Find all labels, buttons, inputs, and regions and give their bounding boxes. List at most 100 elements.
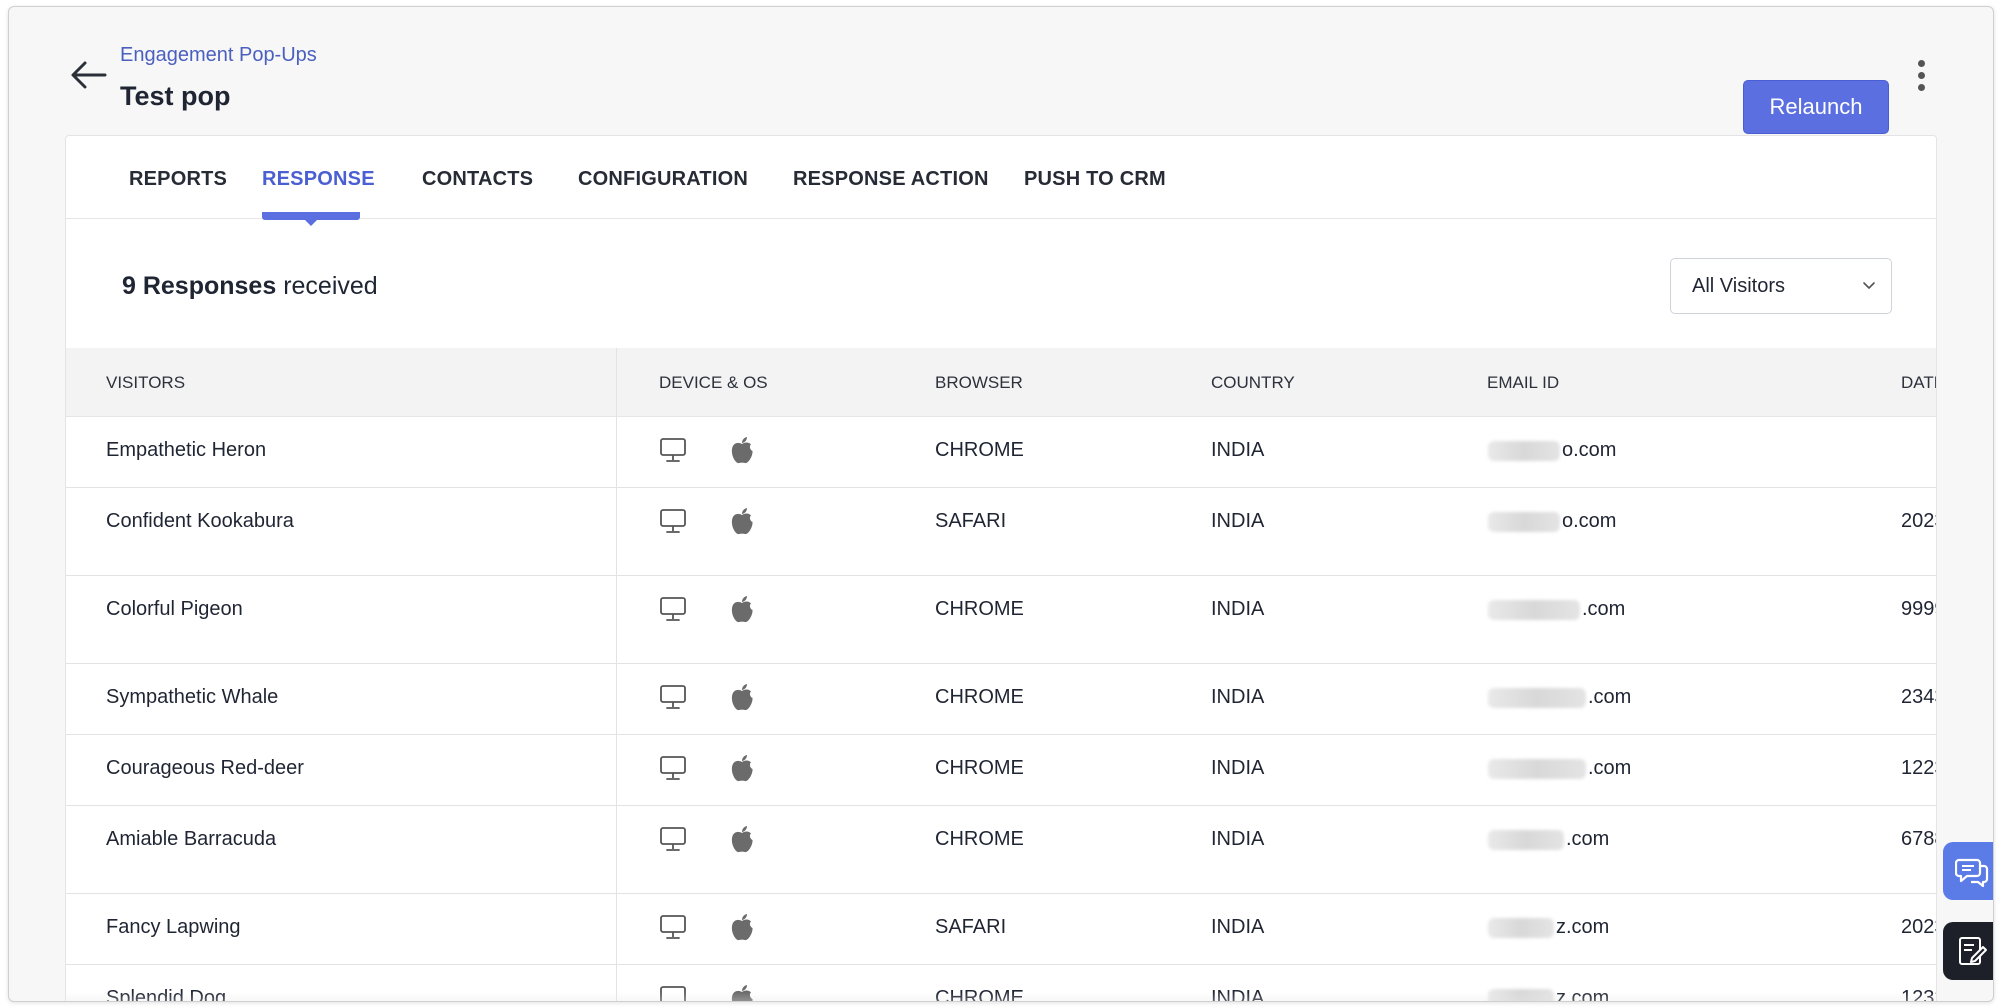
relaunch-button[interactable]: Relaunch bbox=[1743, 80, 1889, 134]
desktop-icon bbox=[660, 438, 686, 462]
country-name: INDIA bbox=[1211, 598, 1265, 620]
arrow-left-icon bbox=[71, 61, 107, 89]
country-name: INDIA bbox=[1211, 828, 1265, 850]
response-date: 2343 bbox=[1901, 686, 1936, 708]
table-body: Empathetic Heron CHROME INDIA o.com Confiden… bbox=[66, 417, 1936, 1001]
country-name: INDIA bbox=[1211, 510, 1265, 532]
response-date: 9999 bbox=[1901, 598, 1936, 620]
desktop-icon bbox=[660, 756, 686, 780]
browser-name: SAFARI bbox=[935, 916, 1007, 938]
email-id: .com bbox=[1488, 598, 1625, 621]
responses-table: VISITORS DEVICE & OS BROWSER COUNTRY EMA… bbox=[66, 348, 1936, 1001]
country-name: INDIA bbox=[1211, 686, 1265, 708]
email-id: .com bbox=[1488, 686, 1631, 709]
chat-button[interactable] bbox=[1943, 842, 1993, 900]
column-header-email[interactable]: EMAIL ID bbox=[1487, 373, 1559, 393]
visitor-name[interactable]: Fancy Lapwing bbox=[106, 916, 241, 939]
responses-count: 9 Responses bbox=[122, 272, 277, 300]
visitor-name[interactable]: Amiable Barracuda bbox=[106, 828, 276, 851]
apple-icon bbox=[731, 755, 753, 782]
response-date: 6788 bbox=[1901, 828, 1936, 850]
email-domain: .com bbox=[1588, 686, 1632, 708]
email-id: .com bbox=[1488, 757, 1631, 780]
table-row[interactable]: Colorful Pigeon CHROME INDIA .com 9999 bbox=[66, 576, 1936, 664]
chat-bubbles-icon bbox=[1955, 858, 1989, 888]
column-header-visitors[interactable]: VISITORS bbox=[106, 373, 185, 393]
visitor-filter-value: All Visitors bbox=[1692, 275, 1785, 297]
visitor-name[interactable]: Empathetic Heron bbox=[106, 439, 266, 462]
app-window: Engagement Pop-Ups Test pop Relaunch REP… bbox=[8, 6, 1994, 1002]
browser-name: CHROME bbox=[935, 757, 1024, 779]
column-header-date[interactable]: DATE bbox=[1901, 373, 1936, 393]
table-row[interactable]: Amiable Barracuda CHROME INDIA .com 6788 bbox=[66, 806, 1936, 894]
tab-response[interactable]: RESPONSE bbox=[262, 168, 375, 191]
tab-contacts[interactable]: CONTACTS bbox=[422, 168, 533, 191]
apple-icon bbox=[731, 826, 753, 853]
email-domain: z.com bbox=[1556, 916, 1610, 938]
table-row[interactable]: Sympathetic Whale CHROME INDIA .com 2343 bbox=[66, 664, 1936, 735]
breadcrumb[interactable]: Engagement Pop-Ups bbox=[120, 44, 317, 67]
apple-icon bbox=[731, 684, 753, 711]
email-domain: o.com bbox=[1562, 510, 1617, 532]
visitor-name[interactable]: Colorful Pigeon bbox=[106, 598, 243, 621]
redacted-email-block bbox=[1488, 687, 1586, 708]
browser-name: CHROME bbox=[935, 439, 1024, 461]
browser-name: SAFARI bbox=[935, 510, 1007, 532]
response-card: REPORTS RESPONSE CONTACTS CONFIGURATION … bbox=[65, 135, 1937, 1001]
chevron-down-icon bbox=[1863, 282, 1875, 289]
visitor-filter-dropdown[interactable]: All Visitors bbox=[1670, 258, 1892, 314]
table-row[interactable]: Confident Kookabura SAFARI INDIA o.com 2023 bbox=[66, 488, 1936, 576]
response-date: 2023 bbox=[1901, 510, 1936, 532]
redacted-email-block bbox=[1488, 917, 1554, 938]
column-header-country[interactable]: COUNTRY bbox=[1211, 373, 1295, 393]
redacted-email-block bbox=[1488, 829, 1564, 850]
edit-note-icon bbox=[1959, 937, 1987, 965]
email-domain: .com bbox=[1588, 757, 1632, 779]
browser-name: CHROME bbox=[935, 828, 1024, 850]
visitor-name[interactable]: Sympathetic Whale bbox=[106, 686, 278, 709]
page-title: Test pop bbox=[120, 81, 231, 111]
email-id: z.com bbox=[1488, 916, 1609, 939]
tab-configuration[interactable]: CONFIGURATION bbox=[578, 168, 748, 191]
tab-bar: REPORTS RESPONSE CONTACTS CONFIGURATION … bbox=[66, 136, 1936, 226]
tab-response-action[interactable]: RESPONSE ACTION bbox=[793, 168, 989, 191]
active-tab-indicator bbox=[262, 212, 360, 226]
apple-icon bbox=[731, 914, 753, 941]
country-name: INDIA bbox=[1211, 439, 1265, 461]
country-name: INDIA bbox=[1211, 916, 1265, 938]
notes-button[interactable] bbox=[1943, 922, 1993, 980]
email-domain: .com bbox=[1566, 828, 1610, 850]
visitor-name[interactable]: Courageous Red-deer bbox=[106, 757, 304, 780]
more-options-button[interactable] bbox=[1909, 57, 1933, 95]
email-id: o.com bbox=[1488, 510, 1616, 533]
country-name: INDIA bbox=[1211, 757, 1265, 779]
desktop-icon bbox=[660, 509, 686, 533]
desktop-icon bbox=[660, 597, 686, 621]
desktop-icon bbox=[660, 915, 686, 939]
tab-push-to-crm[interactable]: PUSH TO CRM bbox=[1024, 168, 1166, 191]
scroll-fade bbox=[66, 992, 1936, 1001]
table-row[interactable]: Fancy Lapwing SAFARI INDIA z.com 2023 bbox=[66, 894, 1936, 965]
browser-name: CHROME bbox=[935, 598, 1024, 620]
email-domain: .com bbox=[1582, 598, 1626, 620]
table-row[interactable]: Empathetic Heron CHROME INDIA o.com bbox=[66, 417, 1936, 488]
browser-name: CHROME bbox=[935, 686, 1024, 708]
desktop-icon bbox=[660, 685, 686, 709]
tab-reports[interactable]: REPORTS bbox=[129, 168, 227, 191]
apple-icon bbox=[731, 596, 753, 623]
redacted-email-block bbox=[1488, 599, 1580, 620]
apple-icon bbox=[731, 508, 753, 535]
table-row[interactable]: Courageous Red-deer CHROME INDIA .com 1223 bbox=[66, 735, 1936, 806]
visitor-name[interactable]: Confident Kookabura bbox=[106, 510, 294, 533]
response-date: 2023 bbox=[1901, 916, 1936, 938]
redacted-email-block bbox=[1488, 511, 1560, 532]
redacted-email-block bbox=[1488, 758, 1586, 779]
back-button[interactable] bbox=[65, 51, 117, 99]
column-header-device-os[interactable]: DEVICE & OS bbox=[659, 373, 768, 393]
column-header-browser[interactable]: BROWSER bbox=[935, 373, 1023, 393]
email-id: .com bbox=[1488, 828, 1609, 851]
responses-suffix: received bbox=[276, 272, 378, 300]
email-domain: o.com bbox=[1562, 439, 1617, 461]
redacted-email-block bbox=[1488, 440, 1560, 461]
table-header: VISITORS DEVICE & OS BROWSER COUNTRY EMA… bbox=[66, 348, 1936, 417]
